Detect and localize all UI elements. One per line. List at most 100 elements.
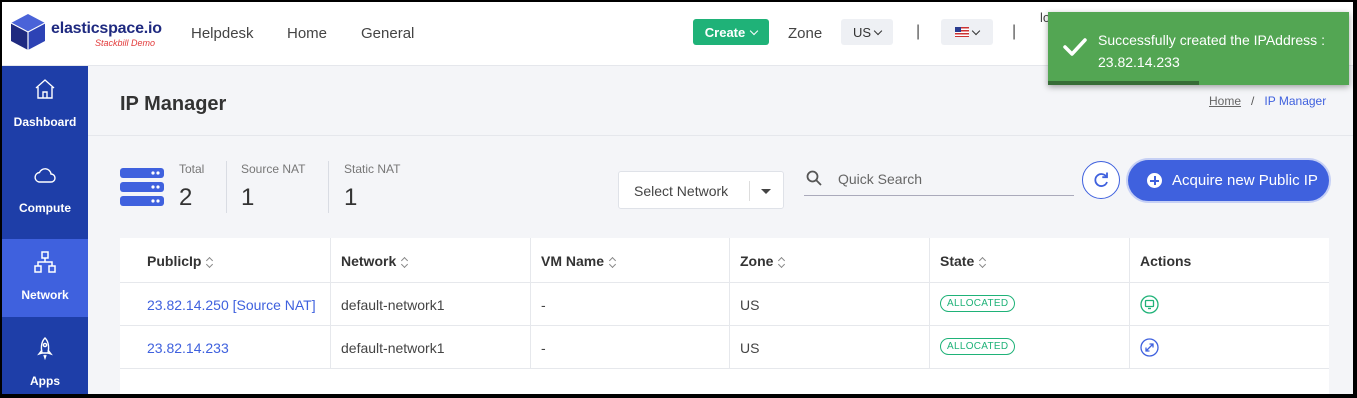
cell-actions	[1130, 326, 1329, 368]
stat-value: 1	[344, 184, 358, 211]
column-label: Actions	[1140, 253, 1192, 269]
column-header-actions: Actions	[1130, 238, 1329, 282]
column-label: PublicIp	[147, 253, 202, 269]
network-select-value: Select Network	[634, 183, 729, 199]
acquire-label: Acquire new Public IP	[1172, 172, 1318, 189]
sidebar-item-compute[interactable]: Compute	[2, 152, 88, 230]
sidebar-item-network[interactable]: Network	[2, 239, 88, 317]
sort-icon	[980, 257, 986, 267]
column-header-state[interactable]: State	[930, 238, 1130, 282]
sidebar-item-label: Network	[21, 288, 69, 302]
cell-zone: US	[730, 326, 930, 368]
cell-public-ip: 23.82.14.233	[120, 326, 331, 368]
network-value: default-network1	[341, 297, 445, 313]
public-ip-link[interactable]: 23.82.14.250 [Source NAT]	[147, 297, 316, 313]
toast-progress-bar	[1048, 81, 1199, 85]
success-toast[interactable]: Successfully created the IPAddress : 23.…	[1048, 12, 1349, 85]
vm-name-value: -	[541, 340, 546, 356]
column-label: VM Name	[541, 253, 605, 269]
table-header-row: PublicIp Network VM Name Zone State Acti…	[120, 238, 1329, 283]
expand-icon[interactable]	[1140, 338, 1159, 357]
stat-total: Total 2	[179, 162, 204, 212]
cell-network: default-network1	[331, 326, 531, 368]
nav-helpdesk[interactable]: Helpdesk	[191, 25, 254, 42]
caret-down-icon	[761, 189, 771, 194]
zone-value: US	[852, 24, 872, 40]
network-select[interactable]: Select Network	[618, 171, 784, 209]
separator: |	[1012, 23, 1017, 40]
public-ip-link[interactable]: 23.82.14.233	[147, 340, 229, 356]
cell-state: ALLOCATED	[930, 283, 1130, 325]
sort-icon	[610, 257, 616, 267]
column-label: State	[940, 253, 975, 269]
divider	[749, 181, 750, 201]
create-button[interactable]: Create	[693, 19, 769, 45]
sidebar-item-dashboard[interactable]: Dashboard	[2, 66, 88, 144]
status-badge: ALLOCATED	[940, 338, 1016, 355]
stat-value: 1	[241, 184, 255, 211]
stat-static-nat: Static NAT 1	[344, 162, 400, 212]
refresh-icon	[1094, 172, 1108, 187]
rocket-icon	[37, 337, 53, 360]
quick-search	[804, 165, 1074, 196]
server-stack-icon	[120, 168, 164, 206]
brand-logo[interactable]: elasticspace.io Stackbill Demo	[8, 12, 164, 52]
network-value: default-network1	[341, 340, 445, 356]
chevron-down-icon	[971, 26, 981, 35]
nav-general[interactable]: General	[361, 25, 414, 42]
plus-circle-icon	[1147, 173, 1162, 188]
stat-source-nat: Source NAT 1	[241, 162, 305, 212]
cell-vm-name: -	[531, 283, 730, 325]
cloud-icon	[34, 168, 56, 183]
status-badge: ALLOCATED	[940, 295, 1016, 312]
sidebar-item-apps[interactable]: Apps	[2, 325, 88, 394]
stat-label: Source NAT	[241, 162, 306, 176]
chevron-down-icon	[749, 26, 759, 35]
acquire-public-ip-button[interactable]: Acquire new Public IP	[1128, 160, 1329, 201]
stat-label: Total	[179, 162, 205, 176]
stat-value: 2	[179, 184, 193, 211]
breadcrumb-home[interactable]: Home	[1209, 94, 1241, 108]
home-icon	[35, 79, 55, 99]
zone-value: US	[740, 340, 760, 356]
ip-table: PublicIp Network VM Name Zone State Acti…	[120, 238, 1329, 394]
cell-zone: US	[730, 283, 930, 325]
sort-icon	[207, 257, 213, 267]
vm-name-value: -	[541, 297, 546, 313]
column-label: Network	[341, 253, 397, 269]
search-icon	[806, 170, 822, 186]
language-select[interactable]	[941, 19, 993, 45]
brand-subtitle: Stackbill Demo	[95, 38, 156, 48]
divider	[226, 161, 227, 213]
column-header-network[interactable]: Network	[331, 238, 531, 282]
app-frame: elasticspace.io Stackbill Demo Helpdesk …	[2, 2, 1353, 394]
column-header-zone[interactable]: Zone	[730, 238, 930, 282]
nav-home[interactable]: Home	[287, 25, 327, 42]
sidebar-item-label: Apps	[30, 374, 60, 388]
stat-label: Static NAT	[344, 162, 401, 176]
column-header-vm-name[interactable]: VM Name	[531, 238, 730, 282]
column-header-publicip[interactable]: PublicIp	[120, 238, 331, 282]
sidebar: Dashboard Compute Network Apps	[2, 66, 88, 394]
divider	[328, 161, 329, 213]
sort-icon	[779, 257, 785, 267]
refresh-button[interactable]	[1082, 161, 1120, 199]
breadcrumb-current: IP Manager	[1264, 94, 1327, 108]
console-icon[interactable]	[1140, 295, 1159, 314]
toast-message: Successfully created the IPAddress : 23.…	[1098, 32, 1325, 70]
create-label: Create	[704, 24, 746, 40]
column-label: Zone	[740, 253, 774, 269]
table-row: 23.82.14.250 [Source NAT] default-networ…	[120, 283, 1329, 326]
cell-state: ALLOCATED	[930, 326, 1130, 368]
sidebar-item-label: Compute	[19, 201, 71, 215]
cell-public-ip: 23.82.14.250 [Source NAT]	[120, 283, 331, 325]
zone-label: Zone	[788, 25, 823, 42]
us-flag-icon	[955, 27, 969, 37]
page-title: IP Manager	[120, 93, 227, 115]
search-input[interactable]	[838, 168, 1068, 190]
separator: |	[916, 23, 921, 40]
network-icon	[34, 251, 56, 273]
zone-select[interactable]: US	[841, 19, 893, 45]
check-icon	[1063, 38, 1087, 56]
cell-actions	[1130, 283, 1329, 325]
